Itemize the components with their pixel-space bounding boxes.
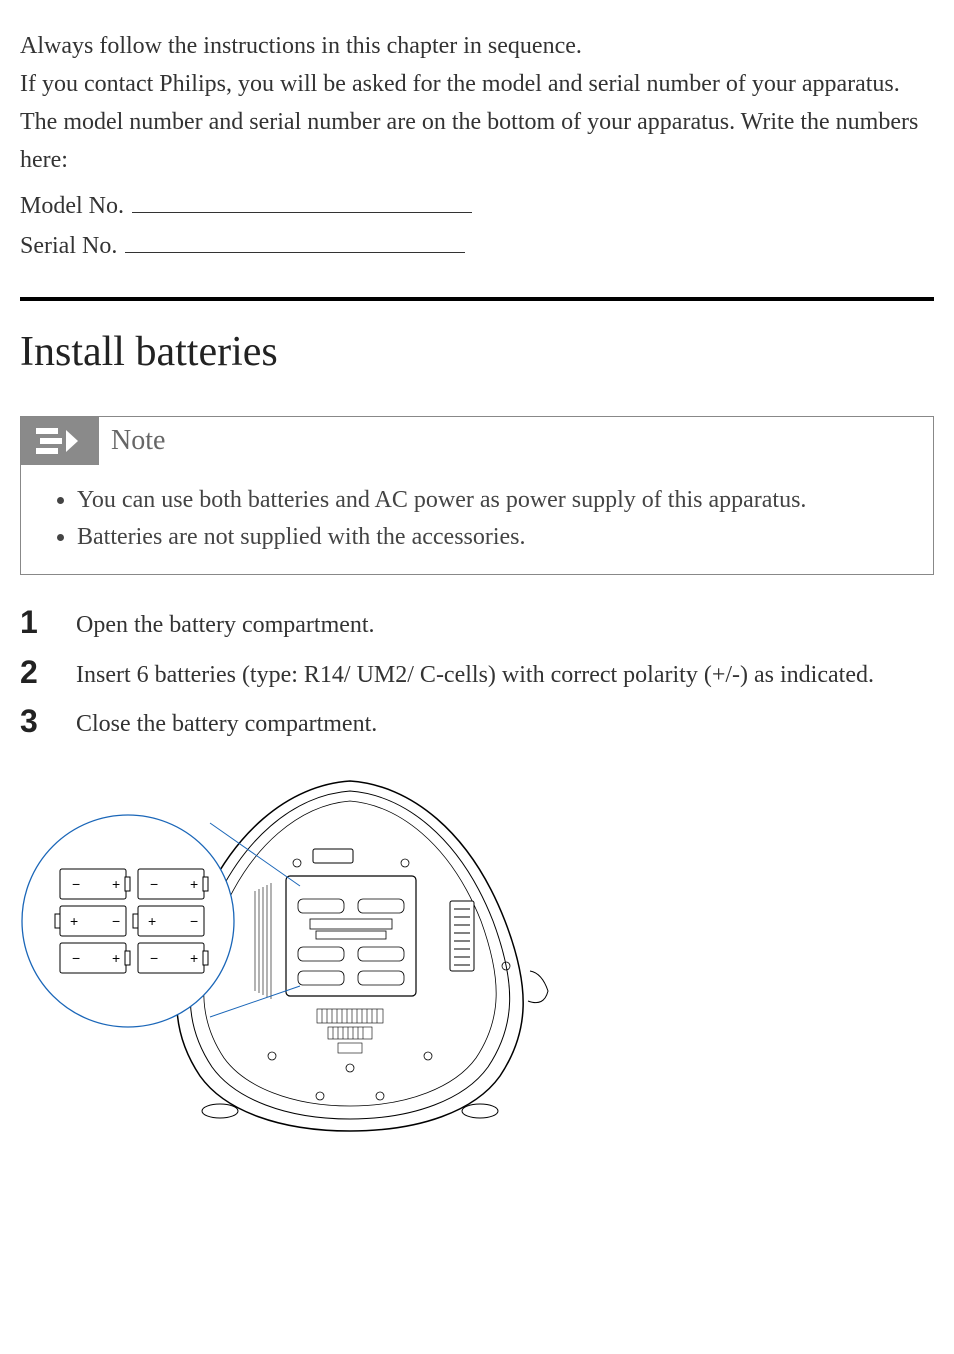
polarity-label: + bbox=[112, 876, 120, 892]
polarity-label: − bbox=[112, 913, 120, 929]
note-body: You can use both batteries and AC power … bbox=[21, 465, 933, 575]
intro-line-2: If you contact Philips, you will be aske… bbox=[20, 66, 934, 180]
model-blank bbox=[132, 193, 472, 213]
polarity-label: + bbox=[148, 913, 156, 929]
model-label: Model No. bbox=[20, 188, 124, 226]
step-number: 2 bbox=[20, 653, 76, 691]
section-heading: Install batteries bbox=[20, 319, 934, 385]
polarity-label: + bbox=[190, 950, 198, 966]
polarity-label: + bbox=[70, 913, 78, 929]
step-text: Close the battery compartment. bbox=[76, 702, 934, 743]
device-body bbox=[177, 781, 548, 1131]
polarity-label: + bbox=[112, 950, 120, 966]
battery-diagram: − + − + + − + − − bbox=[20, 771, 934, 1141]
polarity-label: − bbox=[150, 876, 158, 892]
note-box: Note You can use both batteries and AC p… bbox=[20, 416, 934, 576]
step-item: 3 Close the battery compartment. bbox=[20, 702, 934, 743]
serial-label: Serial No. bbox=[20, 228, 117, 266]
polarity-label: − bbox=[150, 950, 158, 966]
step-number: 1 bbox=[20, 603, 76, 641]
note-icon bbox=[21, 417, 99, 465]
divider-rule bbox=[20, 297, 934, 301]
step-text: Insert 6 batteries (type: R14/ UM2/ C-ce… bbox=[76, 653, 934, 694]
step-number: 3 bbox=[20, 702, 76, 740]
polarity-label: + bbox=[190, 876, 198, 892]
note-item: You can use both batteries and AC power … bbox=[77, 483, 911, 518]
step-text: Open the battery compartment. bbox=[76, 603, 934, 644]
note-item: Batteries are not supplied with the acce… bbox=[77, 520, 911, 555]
serial-blank bbox=[125, 233, 465, 253]
polarity-label: − bbox=[190, 913, 198, 929]
intro-line-1: Always follow the instructions in this c… bbox=[20, 28, 934, 66]
serial-number-row: Serial No. bbox=[20, 228, 934, 266]
step-item: 2 Insert 6 batteries (type: R14/ UM2/ C-… bbox=[20, 653, 934, 694]
note-title: Note bbox=[99, 417, 165, 465]
polarity-label: − bbox=[72, 876, 80, 892]
step-item: 1 Open the battery compartment. bbox=[20, 603, 934, 644]
polarity-label: − bbox=[72, 950, 80, 966]
battery-callout: − + − + + − + − − bbox=[22, 815, 234, 1027]
model-number-row: Model No. bbox=[20, 188, 934, 226]
steps-list: 1 Open the battery compartment. 2 Insert… bbox=[20, 603, 934, 743]
note-header: Note bbox=[21, 417, 933, 465]
